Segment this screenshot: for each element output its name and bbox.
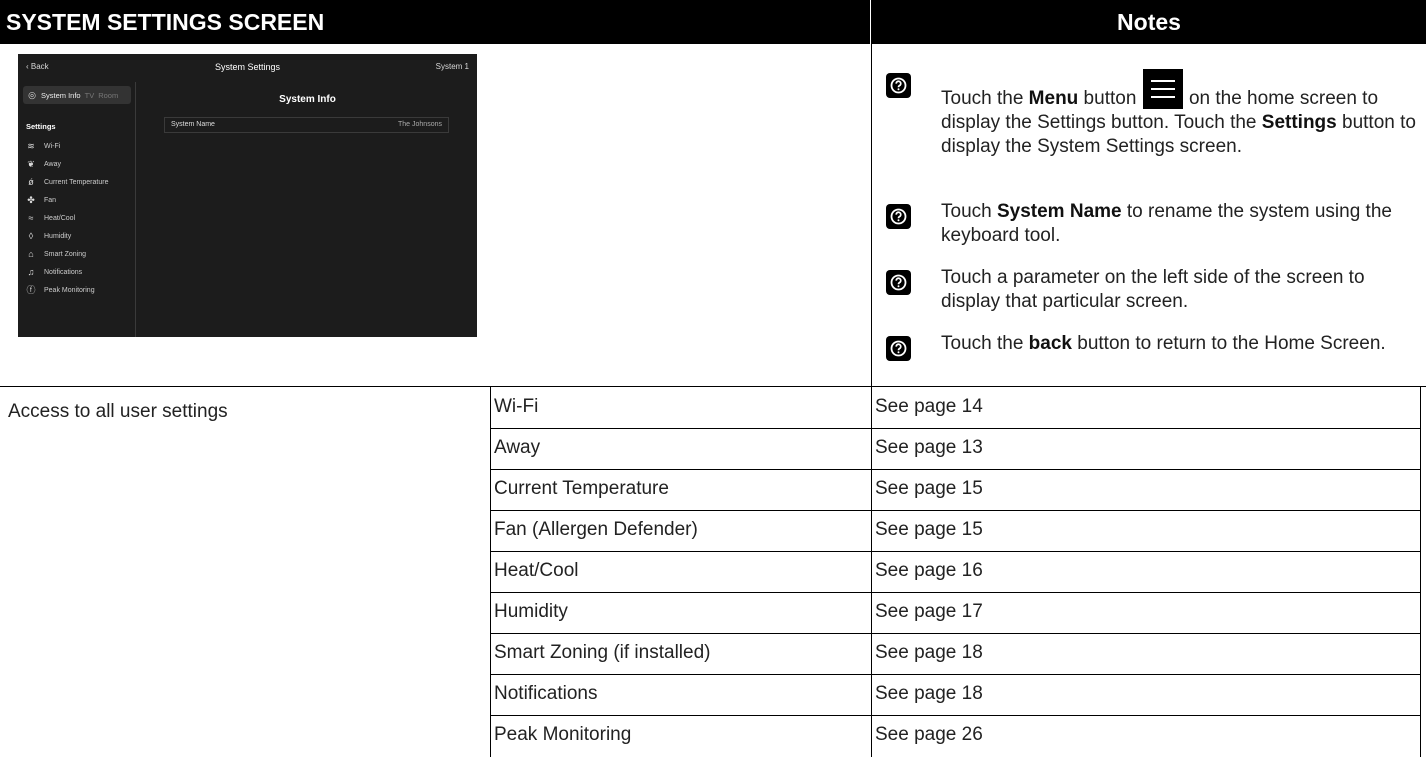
table-cell-setting: Wi-Fi xyxy=(494,396,539,417)
table-cell-page: See page 18 xyxy=(875,683,983,704)
table-cell-setting: Humidity xyxy=(494,601,568,622)
row-divider xyxy=(490,551,1421,552)
note-bold: Menu xyxy=(1028,88,1079,109)
row-divider xyxy=(490,592,1421,593)
table-cell-setting: Away xyxy=(494,437,541,458)
table-cell-page: See page 26 xyxy=(875,724,983,745)
table-cell-page: See page 18 xyxy=(875,642,983,663)
bell-icon: ♫ xyxy=(27,267,35,277)
fan-icon: ✤ xyxy=(27,195,35,205)
sidebar-item-label: Heat/Cool xyxy=(44,214,76,222)
table-cell-page: See page 15 xyxy=(875,478,983,499)
sidebar-item-humidity[interactable]: ◊ Humidity xyxy=(18,227,135,245)
sidebar-item-wifi[interactable]: ≋ Wi-Fi xyxy=(18,137,135,155)
sidebar-item-notifications[interactable]: ♫ Notifications xyxy=(18,263,135,281)
row-divider xyxy=(490,428,1421,429)
gear-icon: ◎ xyxy=(28,90,36,100)
tab-system-info[interactable]: ◎ System Info TV Room xyxy=(23,86,131,104)
note-2: Touch System Name to rename the system u… xyxy=(886,200,1416,248)
sidebar-item-label: Notifications xyxy=(44,268,83,276)
note-bold: back xyxy=(1028,333,1072,354)
device-sidebar: ◎ System Info TV Room Settings ≋ Wi-Fi ❦ A… xyxy=(18,82,136,337)
note-text: button xyxy=(1078,88,1142,109)
tab-tv[interactable]: TV xyxy=(85,91,95,100)
note-3: Touch a parameter on the left side of th… xyxy=(886,266,1416,314)
heat-cool-icon: ≈ xyxy=(28,213,34,223)
note-text: Touch xyxy=(941,201,997,222)
system-name-value: The Johnsons xyxy=(398,121,442,128)
table-cell-setting: Current Temperature xyxy=(494,478,669,499)
table-cell-page: See page 13 xyxy=(875,437,983,458)
sidebar-item-heat-cool[interactable]: ≈ Heat/Cool xyxy=(18,209,135,227)
sidebar-item-label: Current Temperature xyxy=(44,178,109,186)
sidebar-item-label: Smart Zoning xyxy=(44,250,87,258)
thermometer-icon: ǿ xyxy=(28,177,34,187)
note-text: Touch the xyxy=(941,333,1029,354)
note-1: Touch the Menu button on the home screen… xyxy=(886,69,1416,159)
notes-title: Notes xyxy=(872,0,1426,44)
sidebar-item-label: Away xyxy=(44,160,61,168)
table-cell-setting: Heat/Cool xyxy=(494,560,579,581)
droplet-icon: ◊ xyxy=(28,231,34,241)
sidebar-item-label: Wi-Fi xyxy=(44,142,61,150)
menu-icon xyxy=(1142,69,1183,109)
row-divider xyxy=(490,633,1421,634)
device-title: System Settings xyxy=(214,62,281,72)
table-cell-setting: Smart Zoning (if installed) xyxy=(494,642,711,663)
sidebar-item-current-temperature[interactable]: ǿ Current Temperature xyxy=(18,173,135,191)
help-icon xyxy=(886,336,911,361)
zoning-icon: ⌂ xyxy=(28,249,34,259)
sidebar-item-label: Humidity xyxy=(44,232,72,240)
sidebar-item-label: Peak Monitoring xyxy=(44,286,95,294)
divider xyxy=(490,386,491,757)
divider xyxy=(0,386,1426,387)
row-divider xyxy=(490,674,1421,675)
system-label: System 1 xyxy=(435,62,469,71)
divider xyxy=(1420,386,1421,757)
sidebar-item-fan[interactable]: ✤ Fan xyxy=(18,191,135,209)
divider xyxy=(871,0,872,386)
note-bold: System Name xyxy=(996,201,1122,222)
tab-room[interactable]: Room xyxy=(98,91,118,100)
table-description: Access to all user settings xyxy=(8,401,228,422)
system-name-label: System Name xyxy=(171,121,215,128)
system-info-title: System Info xyxy=(279,94,336,105)
table-cell-setting: Peak Monitoring xyxy=(494,724,632,745)
note-text: button to return to the Home Screen. xyxy=(1071,333,1386,354)
help-icon xyxy=(886,270,911,295)
divider xyxy=(871,386,872,757)
row-divider xyxy=(490,510,1421,511)
table-cell-setting: Notifications xyxy=(494,683,598,704)
row-divider xyxy=(490,469,1421,470)
system-name-row[interactable]: System Name The Johnsons xyxy=(164,117,449,133)
help-icon xyxy=(886,73,911,98)
table-cell-page: See page 14 xyxy=(875,396,983,417)
note-bold: Settings xyxy=(1261,112,1337,133)
bolt-icon: ⓕ xyxy=(26,285,36,295)
table-cell-page: See page 17 xyxy=(875,601,983,622)
sidebar-item-smart-zoning[interactable]: ⌂ Smart Zoning xyxy=(18,245,135,263)
tab-label: System Info xyxy=(41,90,81,100)
table-cell-page: See page 16 xyxy=(875,560,983,581)
note-text: Touch the xyxy=(941,88,1029,109)
leaf-icon: ❦ xyxy=(27,159,35,169)
sidebar-item-peak-monitoring[interactable]: ⓕ Peak Monitoring xyxy=(18,281,135,299)
table-cell-setting: Fan (Allergen Defender) xyxy=(494,519,698,540)
row-divider xyxy=(490,715,1421,716)
section-title: SYSTEM SETTINGS SCREEN xyxy=(0,0,870,44)
sidebar-item-away[interactable]: ❦ Away xyxy=(18,155,135,173)
help-icon xyxy=(886,204,911,229)
wifi-icon: ≋ xyxy=(27,141,35,151)
device-screenshot: ‹ Back System Settings System 1 ◎ System… xyxy=(18,54,477,337)
settings-heading: Settings xyxy=(26,122,56,131)
note-4: Touch the back button to return to the H… xyxy=(886,332,1416,361)
table-cell-page: See page 15 xyxy=(875,519,983,540)
note-text: Touch a parameter on the left side of th… xyxy=(941,267,1365,312)
sidebar-item-label: Fan xyxy=(44,196,57,204)
